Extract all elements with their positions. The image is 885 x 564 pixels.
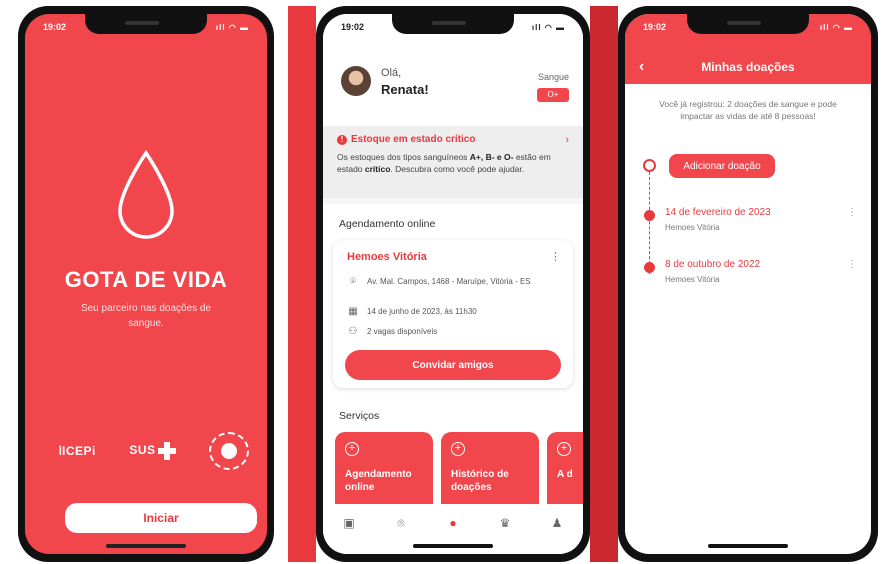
appointment-datetime: 14 de junho de 2023, às 11h30 — [367, 307, 477, 316]
invite-friends-button[interactable]: Convidar amigos — [345, 350, 561, 380]
alert-title: ! Estoque em estado crítico — [337, 134, 569, 145]
greeting: Olá, — [381, 67, 402, 79]
home-content: Agendamento online Hemoes Vitória ⋮ ⌾ Av… — [323, 204, 583, 522]
stock-alert-banner[interactable]: ! Estoque em estado crítico › Os estoque… — [323, 126, 583, 198]
phone-donations: 19:02 ıll ◠ ▬ ‹ Minhas doações Você já r… — [618, 6, 878, 562]
app-name: GOTA DE VIDA — [64, 267, 228, 292]
service-label: Histórico de doações — [451, 469, 509, 493]
government-seal-icon — [208, 432, 249, 470]
notch — [85, 14, 207, 34]
more-options-icon[interactable]: ⋮ — [847, 259, 857, 270]
notch — [687, 14, 809, 34]
welcome-screen: 19:02 ıll ◠ ▬ GOTA DE VIDA Seu parceiro … — [25, 14, 267, 554]
signal-icons: ıll ◠ ▬ — [819, 22, 853, 32]
signal-icons: ıll ◠ ▬ — [215, 22, 249, 32]
schedule-section-title: Agendamento online — [339, 218, 436, 230]
page-title: Minhas doações — [701, 60, 795, 74]
timeline-dot-icon — [644, 262, 655, 273]
donations-screen: 19:02 ıll ◠ ▬ ‹ Minhas doações Você já r… — [625, 14, 871, 554]
icepi-logo: ⦚ICEPi — [59, 444, 96, 459]
signal-icons: ıll ◠ ▬ — [531, 22, 565, 32]
location-pin-icon: ⌾ — [350, 276, 356, 287]
chevron-right-icon[interactable]: › — [565, 134, 569, 146]
donation-place: Hemoes Vitória — [665, 223, 720, 232]
alert-blood-types: A+, B- e O- — [469, 152, 514, 162]
user-name: Renata! — [381, 82, 429, 97]
background-strip-right — [590, 6, 618, 562]
timeline-dot-icon — [644, 210, 655, 221]
home-indicator — [708, 544, 788, 548]
plus-circle-icon: + — [557, 442, 571, 456]
more-options-icon[interactable]: ⋮ — [847, 207, 857, 218]
address-row: ⌾ Av. Mal. Campos, 1468 - Maruípe, Vitór… — [347, 276, 559, 287]
tab-profile-icon[interactable]: ♟ — [545, 516, 569, 530]
notch — [392, 14, 514, 34]
alert-critical-word: crítico — [364, 164, 391, 174]
appointment-card[interactable]: Hemoes Vitória ⋮ ⌾ Av. Mal. Campos, 1468… — [333, 240, 573, 388]
alert-text-part: . Descubra como você pode ajudar. — [390, 164, 525, 174]
sus-label: SUS — [129, 443, 156, 458]
service-label: Agendamento online — [345, 469, 412, 493]
donation-summary: Você já registrou: 2 doações de sangue e… — [659, 99, 837, 121]
alert-title-text: Estoque em estado crítico — [351, 134, 476, 145]
donation-place: Hemoes Vitória — [665, 275, 720, 284]
blood-type-label: Sangue — [537, 72, 569, 82]
alert-text-part: Os estoques dos tipos sanguíneos — [337, 152, 470, 162]
vacancies: 2 vagas disponíveis — [367, 327, 438, 336]
datetime-row: ▦ 14 de junho de 2023, às 11h30 — [347, 306, 559, 317]
tagline: Seu parceiro nas doações de sangue. — [80, 303, 212, 329]
tab-trophy-icon[interactable]: ♛ — [493, 516, 517, 530]
service-label: A d — [557, 469, 573, 480]
more-options-icon[interactable]: ⋮ — [550, 250, 561, 263]
vacancies-row: ⚇ 2 vagas disponíveis — [347, 326, 559, 337]
home-screen: 19:02 ıll ◠ ▬ Olá, Renata! Sangue O+ ! E… — [323, 14, 583, 554]
blood-type-badge: O+ — [537, 88, 569, 102]
donation-date: 14 de fevereiro de 2023 — [665, 207, 771, 218]
tab-blood-drop-icon[interactable]: ● — [441, 516, 465, 530]
sus-logo: SUS — [129, 442, 176, 460]
home-indicator — [106, 544, 186, 548]
background-strip-left — [288, 6, 316, 562]
phone-welcome: 19:02 ıll ◠ ▬ GOTA DE VIDA Seu parceiro … — [18, 6, 274, 562]
icepi-label: ICEPi — [62, 443, 96, 458]
partner-logos: ⦚ICEPi SUS — [59, 432, 249, 470]
plus-circle-icon: + — [345, 442, 359, 456]
status-time: 19:02 — [341, 22, 365, 32]
start-button[interactable]: Iniciar — [65, 503, 257, 533]
sus-cross-icon — [157, 442, 176, 460]
phone-home: 19:02 ıll ◠ ▬ Olá, Renata! Sangue O+ ! E… — [316, 6, 590, 562]
home-indicator — [413, 544, 493, 548]
status-time: 19:02 — [43, 22, 67, 32]
people-icon: ⚇ — [348, 326, 358, 337]
calendar-icon: ▦ — [348, 306, 358, 317]
plus-circle-icon: + — [451, 442, 465, 456]
status-time: 19:02 — [643, 22, 667, 32]
address: Av. Mal. Campos, 1468 - Maruípe, Vitória… — [367, 277, 531, 286]
timeline-start-icon — [643, 159, 656, 172]
center-name: Hemoes Vitória — [347, 251, 427, 263]
alert-icon: ! — [337, 134, 347, 145]
alert-text: Os estoques dos tipos sanguíneos A+, B- … — [337, 151, 569, 175]
blood-drop-icon — [118, 149, 174, 239]
donation-date: 8 de outubro de 2022 — [665, 259, 761, 270]
add-donation-button[interactable]: Adicionar doação — [669, 154, 775, 178]
services-section-title: Serviços — [339, 410, 380, 422]
avatar[interactable] — [341, 66, 371, 96]
tab-location-icon[interactable]: ⌾ — [389, 516, 413, 531]
tab-home-grid-icon[interactable]: ▣ — [337, 516, 361, 530]
